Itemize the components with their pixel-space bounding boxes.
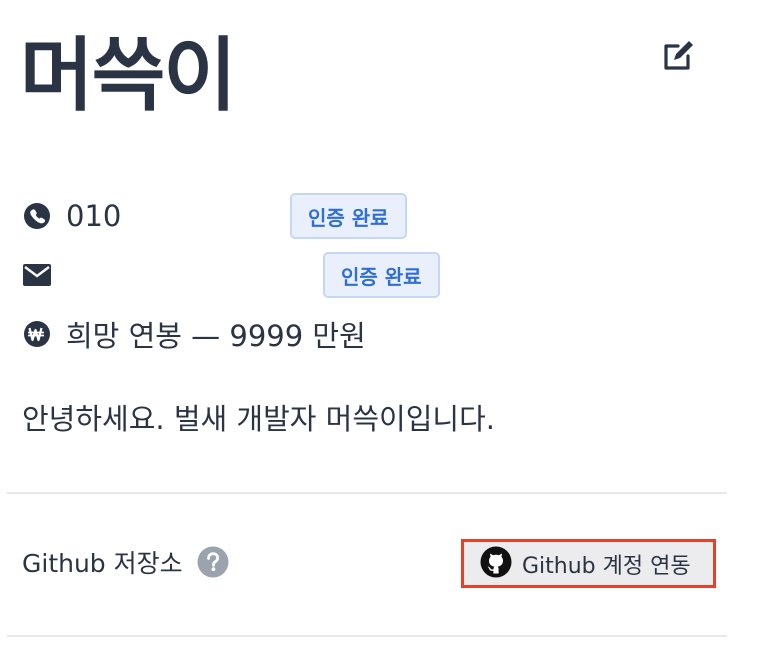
profile-intro: 안녕하세요. 벌새 개발자 머쓱이입니다. (22, 402, 495, 436)
github-section-label: Github 저장소 (22, 544, 229, 580)
desired-salary: 희망 연봉 — 9999 만원 (66, 319, 366, 353)
phone-row: 010 (22, 199, 121, 233)
email-row (22, 258, 66, 292)
profile-name: 머쓱이 (20, 29, 237, 122)
salary-row: 희망 연봉 — 9999 만원 (22, 317, 366, 353)
mail-icon (22, 260, 52, 290)
github-connect-button[interactable]: Github 계정 연동 (461, 539, 716, 588)
github-connect-label: Github 계정 연동 (522, 553, 691, 579)
divider (7, 492, 727, 494)
phone-number: 010 (66, 199, 122, 233)
divider (7, 635, 727, 637)
phone-icon (22, 201, 52, 231)
github-icon (480, 546, 512, 582)
github-section-title: Github 저장소 (22, 549, 183, 578)
question-icon[interactable] (197, 546, 229, 578)
email-verified-badge: 인증 완료 (323, 252, 440, 298)
phone-verified-badge: 인증 완료 (290, 193, 407, 239)
won-icon (22, 319, 52, 349)
edit-icon[interactable] (660, 38, 696, 74)
